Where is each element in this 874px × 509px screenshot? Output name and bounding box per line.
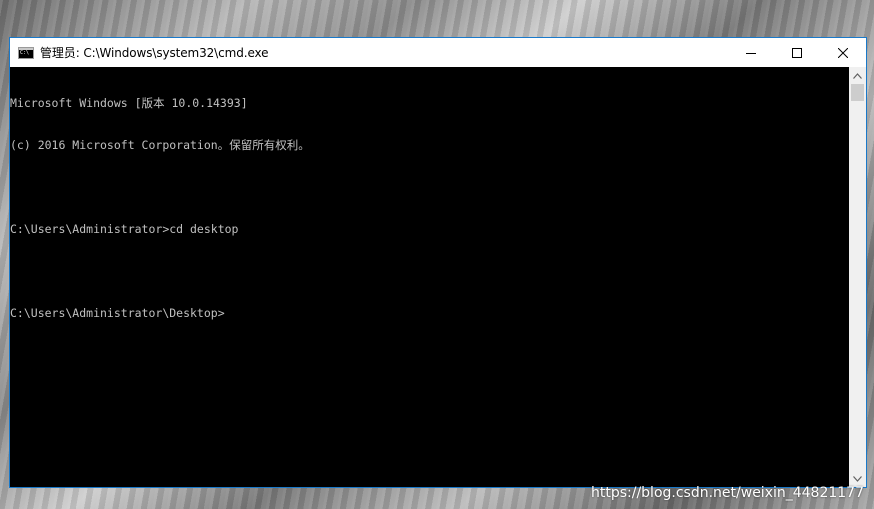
console-output[interactable]: Microsoft Windows [版本 10.0.14393] (c) 20… — [10, 67, 850, 487]
console-line: Microsoft Windows [版本 10.0.14393] — [10, 96, 248, 110]
console-line: C:\Users\Administrator>cd desktop — [10, 222, 239, 236]
scroll-up-button[interactable] — [849, 67, 866, 84]
cmd-window[interactable]: 管理员: C:\Windows\system32\cmd.exe Microso… — [9, 37, 867, 488]
close-icon — [838, 47, 848, 58]
scrollbar-thumb[interactable] — [851, 84, 864, 101]
vertical-scrollbar[interactable] — [849, 67, 866, 487]
window-controls — [728, 38, 866, 67]
minimize-button[interactable] — [728, 38, 774, 67]
maximize-icon — [792, 47, 802, 58]
console-line: (c) 2016 Microsoft Corporation。保留所有权利。 — [10, 138, 310, 152]
close-button[interactable] — [820, 38, 866, 67]
command-prompt-line[interactable]: C:\Users\Administrator\Desktop> — [10, 306, 850, 320]
chevron-down-icon — [853, 475, 862, 482]
window-title: 管理员: C:\Windows\system32\cmd.exe — [40, 46, 269, 60]
watermark-text: https://blog.csdn.net/weixin_44821177 — [590, 485, 864, 501]
cmd-app-icon[interactable] — [18, 46, 34, 59]
maximize-button[interactable] — [774, 38, 820, 67]
minimize-icon — [746, 52, 756, 54]
title-bar[interactable]: 管理员: C:\Windows\system32\cmd.exe — [10, 38, 866, 67]
chevron-up-icon — [853, 72, 862, 79]
